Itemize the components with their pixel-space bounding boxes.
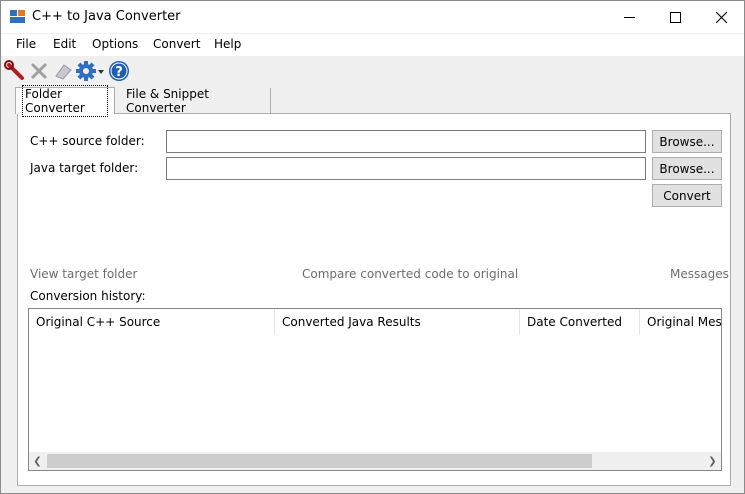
menu-options[interactable]: Options	[92, 37, 138, 51]
wrench-icon[interactable]	[3, 59, 27, 83]
tab-file-snippet-converter-label: File & Snippet Converter	[126, 86, 209, 115]
messages-link[interactable]: Messages	[670, 267, 729, 281]
source-folder-label: C++ source folder:	[30, 134, 145, 148]
menu-file[interactable]: File	[16, 37, 36, 51]
scroll-left-icon[interactable]: ❮	[29, 452, 46, 470]
target-folder-label: Java target folder:	[30, 161, 139, 175]
target-browse-button[interactable]: Browse...	[652, 157, 722, 180]
tab-folder-converter-label: Folder Converter	[22, 85, 108, 117]
column-header-original-source[interactable]: Original C++ Source	[29, 309, 275, 335]
menu-help[interactable]: Help	[214, 37, 241, 51]
view-target-folder-link[interactable]: View target folder	[30, 267, 137, 281]
source-browse-button[interactable]: Browse...	[652, 130, 722, 153]
column-header-date-converted[interactable]: Date Converted	[520, 309, 640, 335]
app-window: C++ to Java Converter File Edit Options …	[0, 0, 745, 494]
svg-text:?: ?	[115, 65, 123, 80]
window-title: C++ to Java Converter	[32, 9, 181, 24]
conversion-history-list[interactable]: Original C++ Source Converted Java Resul…	[28, 308, 722, 471]
menu-convert[interactable]: Convert	[153, 37, 200, 51]
menu-edit[interactable]: Edit	[53, 37, 76, 51]
conversion-history-label: Conversion history:	[30, 289, 146, 303]
minimize-button[interactable]	[606, 1, 652, 33]
scroll-thumb[interactable]	[47, 454, 592, 468]
target-folder-input[interactable]	[166, 157, 646, 180]
horizontal-scrollbar[interactable]: ❮ ❯	[29, 452, 721, 470]
title-bar[interactable]: C++ to Java Converter	[1, 1, 744, 33]
tab-folder-converter[interactable]: Folder Converter	[15, 85, 115, 117]
eraser-icon[interactable]	[51, 59, 75, 83]
column-header-original-messages[interactable]: Original Messa	[640, 309, 721, 335]
convert-button[interactable]: Convert	[652, 184, 722, 207]
maximize-icon	[669, 11, 681, 23]
source-folder-input[interactable]	[166, 130, 646, 153]
gear-icon[interactable]	[75, 59, 105, 83]
close-icon	[715, 11, 727, 23]
toolbar: ?	[1, 57, 744, 85]
scroll-right-icon[interactable]: ❯	[704, 452, 721, 470]
app-icon	[10, 10, 25, 23]
maximize-button[interactable]	[652, 1, 698, 33]
minimize-icon	[623, 16, 635, 18]
close-button[interactable]	[698, 1, 744, 33]
help-icon[interactable]: ?	[107, 59, 131, 83]
menu-bar: File Edit Options Convert Help	[1, 34, 744, 56]
delete-icon[interactable]	[27, 59, 51, 83]
compare-code-link[interactable]: Compare converted code to original	[302, 267, 518, 281]
column-header-converted-results[interactable]: Converted Java Results	[275, 309, 520, 335]
tab-file-snippet-converter[interactable]: File & Snippet Converter	[120, 86, 271, 115]
folder-converter-panel: C++ source folder: Browse... Java target…	[17, 113, 731, 486]
